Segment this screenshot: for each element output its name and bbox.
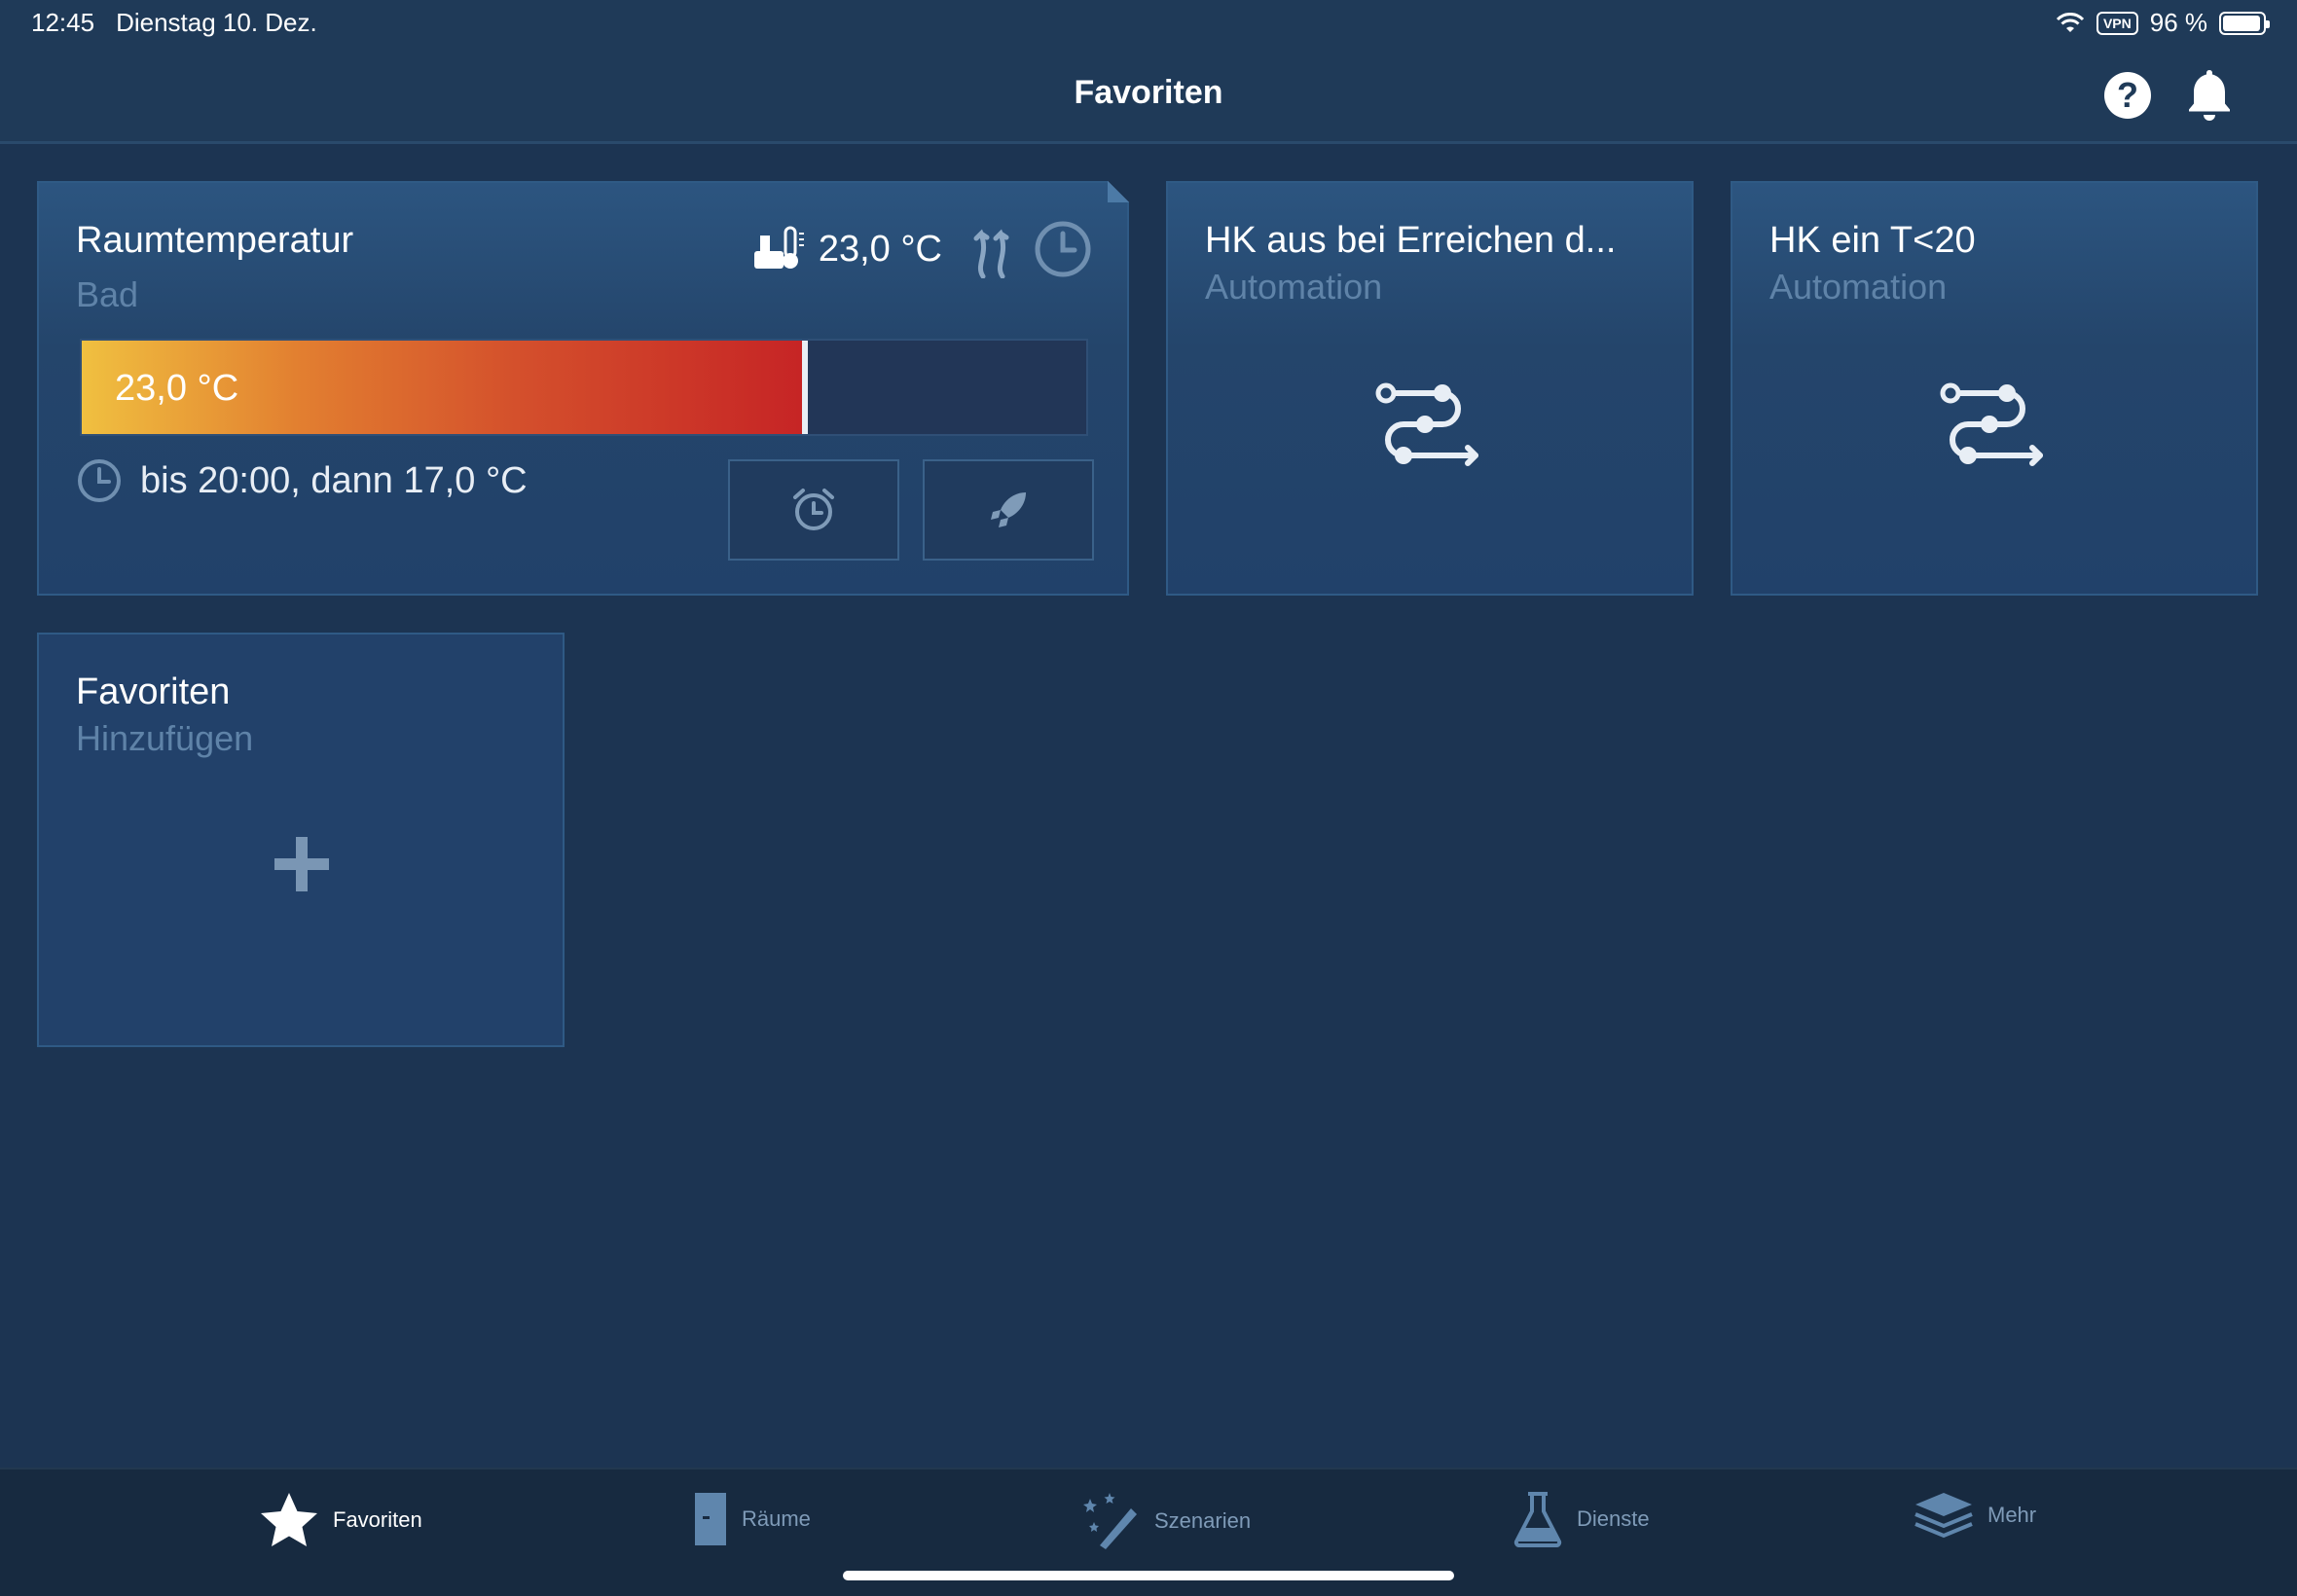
tab-mehr[interactable]: Mehr <box>1914 1491 2036 1540</box>
plus-icon <box>274 837 329 891</box>
rocket-icon <box>991 492 1026 527</box>
help-label: ? <box>2117 75 2138 115</box>
tab-label: Dienste <box>1577 1506 1650 1531</box>
tab-szenarien[interactable]: Szenarien <box>1080 1491 1251 1551</box>
wifi-icon <box>2056 12 2085 32</box>
room-status: 23,0 °C <box>750 220 1092 278</box>
star-icon <box>261 1493 317 1546</box>
automation-icon <box>1375 382 1478 466</box>
timer-button[interactable] <box>728 459 899 561</box>
add-card-title: Favoriten <box>76 671 231 712</box>
room-card-title: Raumtemperatur <box>76 220 354 261</box>
room-card-subtitle: Bad <box>76 274 139 314</box>
alarm-clock-icon <box>793 489 834 530</box>
status-date: Dienstag 10. Dez. <box>116 8 317 37</box>
flask-icon <box>1513 1492 1562 1547</box>
tab-raeume[interactable]: Räume <box>693 1491 811 1547</box>
magic-wand-icon <box>1083 1493 1137 1549</box>
status-time: 12:45 <box>31 8 95 37</box>
bell-icon[interactable] <box>2184 66 2235 125</box>
vpn-badge: VPN <box>2096 11 2138 35</box>
schedule-info: bis 20:00, dann 17,0 °C <box>76 457 528 504</box>
add-favorite-card[interactable]: Favoriten Hinzufügen <box>37 633 565 1047</box>
help-icon[interactable]: ? <box>2104 72 2151 119</box>
clock-icon[interactable] <box>1034 220 1092 278</box>
status-bar-left: 12:45 Dienstag 10. Dez. <box>31 8 317 38</box>
door-icon <box>695 1493 726 1545</box>
automation-title: HK aus bei Erreichen d... <box>1205 220 1617 261</box>
thermostat-icon <box>753 226 804 269</box>
battery-icon <box>2219 11 2270 35</box>
tab-label: Szenarien <box>1154 1508 1252 1533</box>
temperature-bar-label: 23,0 °C <box>115 368 239 409</box>
app-root: 12:45 Dienstag 10. Dez. VPN 96 % Favorit… <box>0 0 2297 1596</box>
schedule-text: bis 20:00, dann 17,0 °C <box>140 459 528 501</box>
temperature-bar[interactable]: 23,0 °C <box>80 339 1088 436</box>
status-bar-right: VPN 96 % <box>2056 8 2270 38</box>
automation-icon <box>1940 382 2043 466</box>
current-temperature: 23,0 °C <box>818 228 942 270</box>
card-corner-fold <box>1108 181 1129 202</box>
layers-icon <box>1914 1493 1973 1539</box>
battery-percent: 96 % <box>2149 8 2207 37</box>
add-card-subtitle: Hinzufügen <box>76 718 254 758</box>
automation-subtitle: Automation <box>1205 267 1383 307</box>
room-temperature-card[interactable]: Raumtemperatur Bad 23,0 °C 23,0 °C bis 2… <box>37 181 1129 596</box>
automation-card-hk-ein[interactable]: HK ein T<20 Automation <box>1731 181 2258 596</box>
temperature-bar-marker[interactable] <box>802 341 809 434</box>
tab-label: Favoriten <box>333 1507 422 1532</box>
automation-subtitle: Automation <box>1769 267 1948 307</box>
boost-button[interactable] <box>923 459 1094 561</box>
tab-label: Räume <box>742 1506 811 1531</box>
home-indicator <box>843 1571 1454 1580</box>
top-bar: 12:45 Dienstag 10. Dez. VPN 96 % Favorit… <box>0 0 2297 144</box>
tab-favoriten[interactable]: Favoriten <box>259 1491 422 1549</box>
clock-icon <box>78 459 121 502</box>
page-title: Favoriten <box>1074 74 1223 111</box>
heating-icon <box>973 229 1009 278</box>
battery-fill <box>2223 15 2261 31</box>
tab-label: Mehr <box>1987 1503 2037 1527</box>
automation-card-hk-aus[interactable]: HK aus bei Erreichen d... Automation <box>1166 181 1694 596</box>
automation-title: HK ein T<20 <box>1769 220 1976 261</box>
tab-dienste[interactable]: Dienste <box>1513 1491 1650 1547</box>
